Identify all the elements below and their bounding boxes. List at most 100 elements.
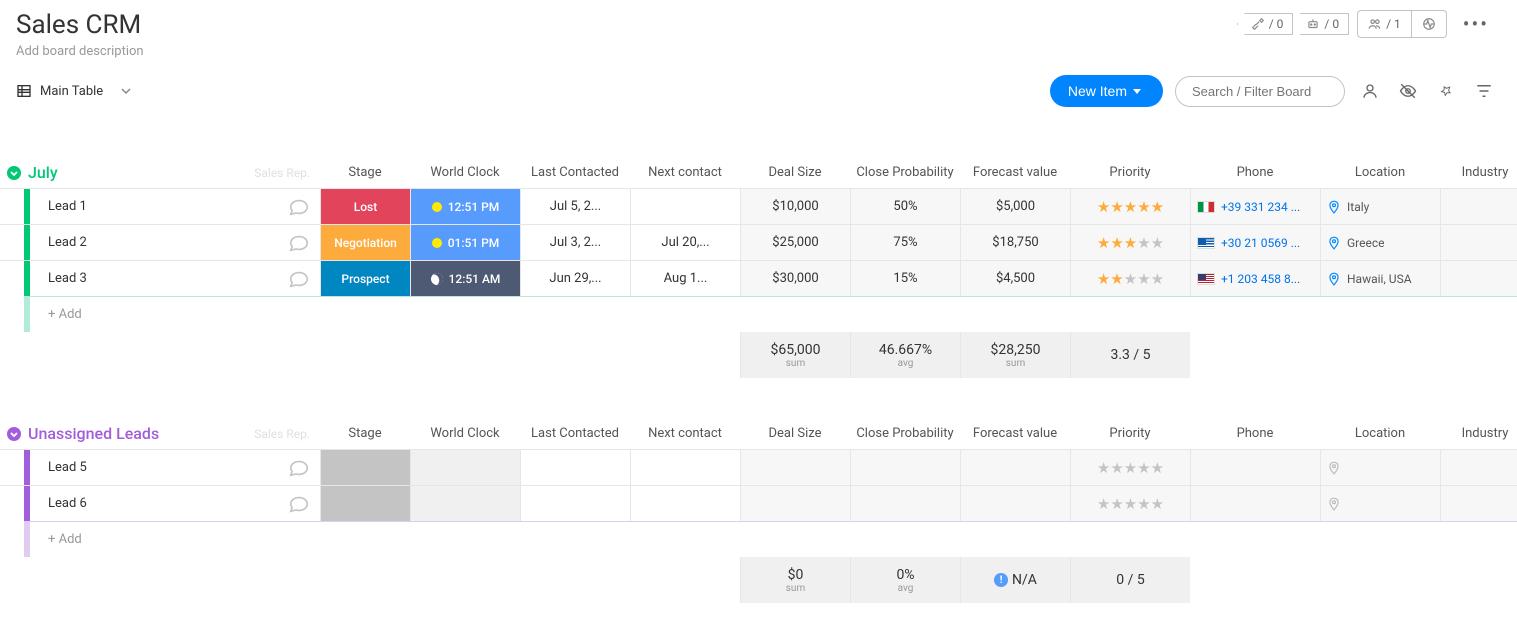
- table-row[interactable]: Lead 1Lost12:51 PMJul 5, 2...$10,00050%$…: [0, 188, 1517, 224]
- stage-cell[interactable]: Negotiation: [320, 225, 410, 260]
- next-contact-cell[interactable]: [630, 486, 740, 521]
- deal-size-cell[interactable]: [740, 450, 850, 485]
- last-contacted-cell[interactable]: Jul 5, 2...: [520, 189, 630, 224]
- item-name-cell[interactable]: Lead 3: [24, 261, 320, 296]
- table-row[interactable]: Lead 3Prospect12:51 AMJun 29,...Aug 1...…: [0, 260, 1517, 296]
- column-header[interactable]: Forecast value: [960, 157, 1070, 188]
- next-contact-cell[interactable]: [630, 189, 740, 224]
- forecast-value-cell[interactable]: $4,500: [960, 261, 1070, 296]
- priority-cell[interactable]: ★★★★★: [1070, 450, 1190, 485]
- group-toggle[interactable]: Unassigned LeadsSales Rep.: [0, 424, 320, 443]
- stage-cell[interactable]: [320, 450, 410, 485]
- forecast-value-cell[interactable]: [960, 450, 1070, 485]
- location-cell[interactable]: [1320, 486, 1440, 521]
- next-contact-cell[interactable]: Jul 20,...: [630, 225, 740, 260]
- close-probability-cell[interactable]: 15%: [850, 261, 960, 296]
- activity-badge[interactable]: [1412, 10, 1447, 38]
- add-item-button[interactable]: + Add: [24, 296, 1517, 332]
- last-contacted-cell[interactable]: [520, 486, 630, 521]
- close-probability-cell[interactable]: [850, 486, 960, 521]
- filter-button[interactable]: [1471, 78, 1497, 104]
- location-cell[interactable]: Hawaii, USA: [1320, 261, 1440, 296]
- table-row[interactable]: Lead 5 ★★★★★: [0, 449, 1517, 485]
- deal-size-cell[interactable]: $30,000: [740, 261, 850, 296]
- column-header[interactable]: World Clock: [410, 418, 520, 449]
- last-contacted-cell[interactable]: Jul 3, 2...: [520, 225, 630, 260]
- priority-cell[interactable]: ★★★★★: [1070, 486, 1190, 521]
- close-probability-cell[interactable]: 50%: [850, 189, 960, 224]
- item-name-cell[interactable]: Lead 1: [24, 189, 320, 224]
- table-row[interactable]: Lead 2Negotiation01:51 PMJul 3, 2...Jul …: [0, 224, 1517, 260]
- column-header[interactable]: Phone: [1190, 157, 1320, 188]
- world-clock-cell[interactable]: 12:51 PM: [410, 189, 520, 224]
- column-header[interactable]: World Clock: [410, 157, 520, 188]
- item-name-cell[interactable]: Lead 5: [24, 450, 320, 485]
- deal-size-cell[interactable]: $25,000: [740, 225, 850, 260]
- phone-cell[interactable]: +30 21 0569 ...: [1190, 225, 1320, 260]
- location-cell[interactable]: Greece: [1320, 225, 1440, 260]
- column-header[interactable]: Stage: [320, 157, 410, 188]
- column-header[interactable]: Priority: [1070, 157, 1190, 188]
- forecast-value-cell[interactable]: $5,000: [960, 189, 1070, 224]
- column-header[interactable]: Deal Size: [740, 157, 850, 188]
- deal-size-cell[interactable]: [740, 486, 850, 521]
- world-clock-cell[interactable]: 01:51 PM: [410, 225, 520, 260]
- chat-icon[interactable]: [288, 457, 310, 479]
- chat-icon[interactable]: [288, 232, 310, 254]
- last-contacted-cell[interactable]: [520, 450, 630, 485]
- group-toggle[interactable]: JulySales Rep.: [0, 163, 320, 182]
- next-contact-cell[interactable]: Aug 1...: [630, 261, 740, 296]
- column-header[interactable]: Next contact: [630, 157, 740, 188]
- hide-button[interactable]: [1395, 78, 1421, 104]
- column-header[interactable]: Phone: [1190, 418, 1320, 449]
- industry-cell[interactable]: [1440, 450, 1517, 485]
- column-header[interactable]: Stage: [320, 418, 410, 449]
- world-clock-cell[interactable]: [410, 486, 520, 521]
- phone-cell[interactable]: [1190, 486, 1320, 521]
- industry-cell[interactable]: [1440, 225, 1517, 260]
- forecast-value-cell[interactable]: $18,750: [960, 225, 1070, 260]
- column-header[interactable]: Priority: [1070, 418, 1190, 449]
- phone-cell[interactable]: [1190, 450, 1320, 485]
- forecast-value-cell[interactable]: [960, 486, 1070, 521]
- column-header[interactable]: Location: [1320, 418, 1440, 449]
- priority-cell[interactable]: ★★★★★: [1070, 225, 1190, 260]
- group-title[interactable]: July: [28, 163, 58, 182]
- column-header[interactable]: Close Probability: [850, 157, 960, 188]
- board-description[interactable]: Add board description: [16, 44, 144, 59]
- pin-button[interactable]: [1433, 78, 1459, 104]
- chat-icon[interactable]: [288, 196, 310, 218]
- column-header[interactable]: Last Contacted: [520, 157, 630, 188]
- column-header[interactable]: Next contact: [630, 418, 740, 449]
- world-clock-cell[interactable]: 12:51 AM: [410, 261, 520, 296]
- column-header[interactable]: Close Probability: [850, 418, 960, 449]
- industry-cell[interactable]: [1440, 261, 1517, 296]
- industry-cell[interactable]: [1440, 189, 1517, 224]
- chat-icon[interactable]: [288, 493, 310, 515]
- phone-cell[interactable]: +39 331 234 ...: [1190, 189, 1320, 224]
- chat-icon[interactable]: [288, 268, 310, 290]
- more-menu[interactable]: •••: [1455, 12, 1497, 36]
- stage-cell[interactable]: Prospect: [320, 261, 410, 296]
- add-item-button[interactable]: + Add: [24, 521, 1517, 557]
- location-cell[interactable]: Italy: [1320, 189, 1440, 224]
- stage-cell[interactable]: Lost: [320, 189, 410, 224]
- column-header[interactable]: Deal Size: [740, 418, 850, 449]
- stage-cell[interactable]: [320, 486, 410, 521]
- group-title[interactable]: Unassigned Leads: [28, 424, 159, 443]
- priority-cell[interactable]: ★★★★★: [1070, 261, 1190, 296]
- search-input[interactable]: [1175, 76, 1345, 107]
- close-probability-cell[interactable]: [850, 450, 960, 485]
- column-header[interactable]: Industry: [1440, 418, 1517, 449]
- integration-badge-1[interactable]: / 0: [1237, 13, 1294, 35]
- column-header[interactable]: Forecast value: [960, 418, 1070, 449]
- next-contact-cell[interactable]: [630, 450, 740, 485]
- item-name-cell[interactable]: Lead 2: [24, 225, 320, 260]
- phone-cell[interactable]: +1 203 458 8...: [1190, 261, 1320, 296]
- location-cell[interactable]: [1320, 450, 1440, 485]
- column-header[interactable]: Last Contacted: [520, 418, 630, 449]
- view-selector[interactable]: Main Table: [16, 83, 131, 99]
- integration-badge-2[interactable]: / 0: [1292, 13, 1349, 35]
- last-contacted-cell[interactable]: Jun 29,...: [520, 261, 630, 296]
- priority-cell[interactable]: ★★★★★: [1070, 189, 1190, 224]
